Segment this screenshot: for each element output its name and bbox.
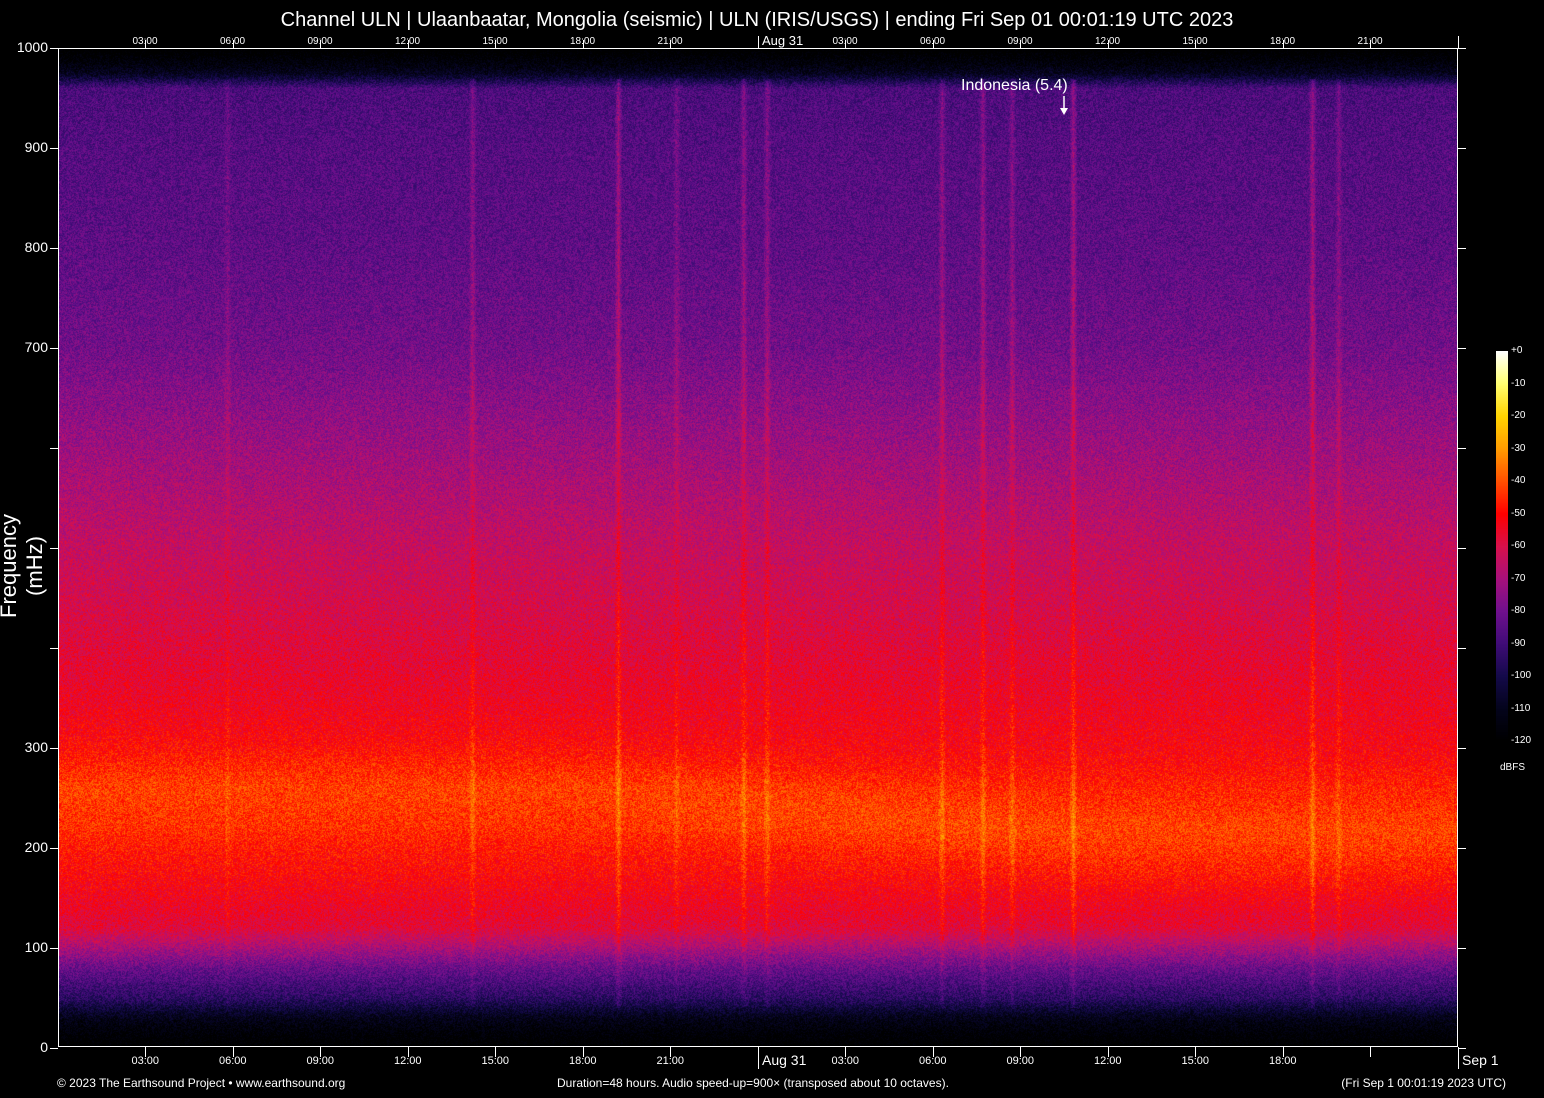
x-tick-label-top: 18:00: [1270, 36, 1296, 47]
colorbar-tick-label: -120: [1511, 735, 1532, 746]
y-tick-label: 100: [24, 939, 48, 955]
x-tick-label-bottom: 03:00: [831, 1055, 860, 1067]
annotation-arrow-icon: [1060, 96, 1068, 115]
x-tick-label-top: 09:00: [307, 36, 333, 47]
x-tick-label-bottom: 12:00: [1094, 1055, 1122, 1067]
x-tick-label-bottom: 06:00: [919, 1055, 947, 1067]
y-tick-label: 1000: [16, 39, 48, 55]
colorbar-unit: dBFS: [1500, 762, 1526, 773]
y-tick-left: [50, 347, 58, 349]
y-tick-right: [1458, 547, 1466, 549]
x-tick-label-top: 21:00: [1357, 36, 1383, 47]
colorbar-tick-label: -50: [1511, 507, 1526, 519]
y-tick-label: 300: [24, 739, 48, 755]
x-tick-label-top: Aug 31: [762, 33, 804, 48]
x-tick-label-bottom: Aug 31: [762, 1052, 807, 1068]
y-tick-left: [50, 747, 58, 749]
x-tick-label-bottom: 15:00: [1181, 1055, 1210, 1067]
y-tick-left: [50, 47, 58, 49]
colorbar-tick-label: -70: [1511, 572, 1526, 584]
x-tick-label-bottom: Sep 1: [1462, 1052, 1499, 1068]
x-tick-label-top: 06:00: [220, 36, 246, 47]
colorbar-tick-label: -10: [1511, 377, 1526, 389]
x-tick-label-bottom: 06:00: [219, 1055, 247, 1067]
x-tick-label-bottom: 09:00: [1006, 1055, 1035, 1067]
x-tick-bottom: [757, 1047, 759, 1069]
x-tick-label-top: 15:00: [482, 36, 508, 47]
x-tick-label-top: 15:00: [1182, 36, 1208, 47]
y-tick-left: [50, 447, 58, 449]
y-tick-right: [1458, 447, 1466, 449]
x-tick-label-top: 06:00: [920, 36, 946, 47]
y-tick-right: [1458, 247, 1466, 249]
x-tick-label-top: 03:00: [132, 36, 158, 47]
y-tick-right: [1458, 1047, 1466, 1049]
x-tick-label-top: 12:00: [395, 36, 421, 47]
footer-duration: Duration=48 hours. Audio speed-up=900× (…: [557, 1076, 949, 1090]
y-tick-left: [50, 947, 58, 949]
colorbar-tick-label: -30: [1511, 442, 1526, 454]
spectrogram-plot: [58, 48, 1458, 1048]
x-tick-label-bottom: 09:00: [306, 1055, 335, 1067]
x-tick-label-bottom: 21:00: [656, 1055, 685, 1067]
y-tick-right: [1458, 647, 1466, 649]
x-tick-label-top: 03:00: [832, 36, 858, 47]
y-tick-right: [1458, 147, 1466, 149]
x-tick-label-bottom: 15:00: [481, 1055, 510, 1067]
colorbar-tick-label: -60: [1511, 540, 1526, 551]
y-tick-left: [50, 247, 58, 249]
x-tick-label-top: 21:00: [657, 36, 683, 47]
y-tick-left: [50, 847, 58, 849]
colorbar-tick-label: +0: [1511, 345, 1523, 356]
colorbar-tick-label: -80: [1511, 605, 1526, 616]
colorbar: [1496, 351, 1508, 741]
y-tick-right: [1458, 347, 1466, 349]
x-tick-label-bottom: 18:00: [1269, 1055, 1297, 1067]
colorbar-tick-label: -100: [1511, 670, 1532, 681]
colorbar-tick-label: -110: [1511, 702, 1531, 714]
y-axis-title: Frequency (mHz): [0, 514, 47, 618]
x-tick-bottom: [1457, 1047, 1459, 1069]
x-tick-label-bottom: 03:00: [131, 1055, 160, 1067]
y-tick-right: [1458, 947, 1466, 949]
y-tick-label: 900: [24, 139, 48, 155]
y-tick-label: 0: [40, 1039, 48, 1055]
y-tick-right: [1458, 47, 1466, 49]
x-tick-label-bottom: 18:00: [569, 1055, 597, 1067]
x-tick-label-top: 09:00: [1007, 36, 1033, 47]
y-tick-left: [50, 1047, 58, 1049]
y-tick-left: [50, 547, 58, 549]
event-annotation: Indonesia (5.4): [961, 77, 1068, 94]
footer-copyright: © 2023 The Earthsound Project • www.eart…: [57, 1076, 346, 1090]
footer-timestamp: (Fri Sep 1 00:01:19 2023 UTC): [1341, 1076, 1506, 1090]
y-tick-label: 200: [24, 839, 48, 855]
y-tick-left: [50, 647, 58, 649]
x-tick-top: [1457, 36, 1459, 48]
x-tick-label-top: 18:00: [570, 36, 596, 47]
x-tick-label-bottom: 12:00: [394, 1055, 422, 1067]
colorbar-tick-label: -90: [1511, 637, 1526, 649]
y-tick-right: [1458, 847, 1466, 849]
y-tick-right: [1458, 747, 1466, 749]
y-tick-label: 700: [24, 339, 48, 355]
y-tick-left: [50, 147, 58, 149]
x-tick-label-top: 12:00: [1095, 36, 1121, 47]
y-tick-label: 800: [24, 239, 48, 255]
chart-title: Channel ULN | Ulaanbaatar, Mongolia (sei…: [280, 9, 1234, 31]
x-tick-top: [757, 36, 759, 48]
colorbar-tick-label: -20: [1511, 410, 1526, 421]
x-tick-bottom: [1370, 1047, 1371, 1057]
colorbar-tick-label: -40: [1511, 475, 1526, 486]
